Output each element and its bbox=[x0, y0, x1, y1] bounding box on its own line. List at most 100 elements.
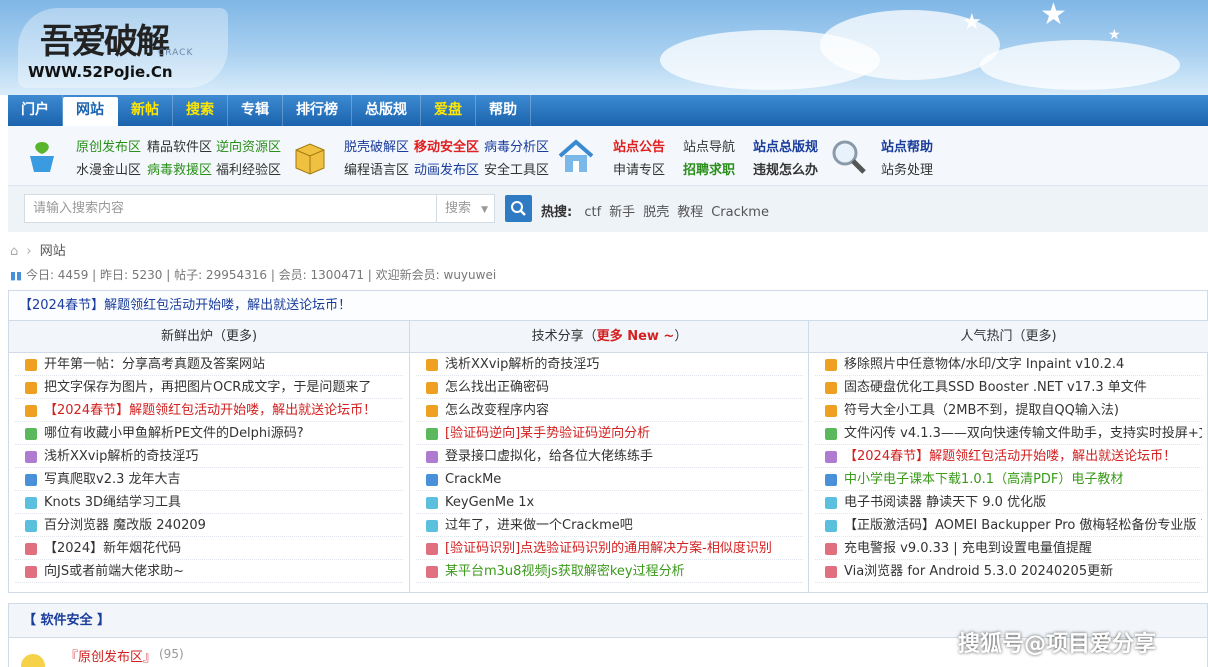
list-item[interactable]: 写真爬取v2.3 龙年大吉 bbox=[15, 468, 403, 491]
section-title[interactable]: 【 软件安全 】 bbox=[23, 613, 110, 628]
thread-title[interactable]: 登录接口虚拟化，给各位大佬练练手 bbox=[445, 449, 653, 464]
list-item[interactable]: 登录接口虚拟化，给各位大佬练练手 bbox=[416, 445, 803, 468]
list-item[interactable]: 哪位有收藏小甲鱼解析PE文件的Delphi源码? bbox=[15, 422, 403, 445]
thread-title[interactable]: Knots 3D绳结学习工具 bbox=[44, 495, 181, 510]
thread-title[interactable]: 【2024春节】解题领红包活动开始喽，解出就送论坛币！ bbox=[844, 449, 1176, 464]
hot-search-link[interactable]: ctf bbox=[584, 205, 601, 220]
thread-title[interactable]: 写真爬取v2.3 龙年大吉 bbox=[44, 472, 181, 487]
thread-title[interactable]: 文件闪传 v4.1.3——双向快速传输文件助手，支持实时投屏+文 bbox=[844, 426, 1202, 441]
list-item[interactable]: 【2024】新年烟花代码 bbox=[15, 537, 403, 560]
thread-title[interactable]: 向JS或者前端大佬求助~ bbox=[44, 564, 184, 579]
list-item[interactable]: 【2024春节】解题领红包活动开始喽，解出就送论坛币！ bbox=[15, 399, 403, 422]
list-item[interactable]: 过年了，进来做一个Crackme吧 bbox=[416, 514, 803, 537]
subnav-link[interactable]: 病毒救援区 bbox=[147, 159, 212, 178]
list-item[interactable]: 向JS或者前端大佬求助~ bbox=[15, 560, 403, 583]
list-item[interactable]: Knots 3D绳结学习工具 bbox=[15, 491, 403, 514]
hot-search-link[interactable]: 新手 bbox=[609, 205, 635, 220]
thread-title[interactable]: [验证码识别]点选验证码识别的通用解决方案-相似度识别 bbox=[445, 541, 772, 556]
thread-title[interactable]: 哪位有收藏小甲鱼解析PE文件的Delphi源码? bbox=[44, 426, 304, 441]
nav-item[interactable]: 爱盘 bbox=[421, 95, 476, 126]
list-item[interactable]: 百分浏览器 魔改版 240209 bbox=[15, 514, 403, 537]
thread-title[interactable]: [验证码逆向]某手势验证码逆向分析 bbox=[445, 426, 650, 441]
home-icon[interactable]: ⌂ bbox=[10, 244, 18, 259]
site-logo[interactable]: 吾爱破解 CRACK WWW.52PoJie.Cn bbox=[18, 8, 228, 88]
subnav-link[interactable]: 精品软件区 bbox=[147, 136, 212, 155]
nav-item[interactable]: 排行榜 bbox=[283, 95, 352, 126]
thread-title[interactable]: 中小学电子课本下载1.0.1（高清PDF）电子教材 bbox=[844, 472, 1123, 487]
list-item[interactable]: [验证码识别]点选验证码识别的通用解决方案-相似度识别 bbox=[416, 537, 803, 560]
subnav-link[interactable]: 原创发布区 bbox=[76, 136, 141, 155]
subnav-link[interactable]: 站点总版规 bbox=[753, 136, 818, 155]
subnav-link[interactable]: 安全工具区 bbox=[484, 159, 549, 178]
list-item[interactable]: Via浏览器 for Android 5.3.0 20240205更新 bbox=[815, 560, 1202, 583]
forum-link[interactable]: 『原创发布区』 bbox=[65, 646, 156, 665]
thread-title[interactable]: 怎么找出正确密码 bbox=[445, 380, 549, 395]
hot-search-link[interactable]: 教程 bbox=[677, 205, 703, 220]
list-item[interactable]: 怎么找出正确密码 bbox=[416, 376, 803, 399]
list-item[interactable]: 某平台m3u8视频js获取解密key过程分析 bbox=[416, 560, 803, 583]
thread-title[interactable]: 【2024】新年烟花代码 bbox=[44, 541, 181, 556]
list-item[interactable]: 文件闪传 v4.1.3——双向快速传输文件助手，支持实时投屏+文 bbox=[815, 422, 1202, 445]
nav-item[interactable]: 新帖 bbox=[118, 95, 173, 126]
hot-search-link[interactable]: Crackme bbox=[711, 205, 769, 220]
nav-item[interactable]: 网站 bbox=[63, 97, 118, 128]
list-item[interactable]: 充电警报 v9.0.33 | 充电到设置电量值提醒 bbox=[815, 537, 1202, 560]
subnav-link[interactable]: 违规怎么办 bbox=[753, 159, 818, 178]
list-item[interactable]: 浅析XXvip解析的奇技淫巧 bbox=[15, 445, 403, 468]
list-item[interactable]: 把文字保存为图片，再把图片OCR成文字，于是问题来了 bbox=[15, 376, 403, 399]
nav-item[interactable]: 总版规 bbox=[352, 95, 421, 126]
list-item[interactable]: 怎么改变程序内容 bbox=[416, 399, 803, 422]
subnav-link[interactable]: 移动安全区 bbox=[414, 136, 479, 155]
subnav-link[interactable]: 病毒分析区 bbox=[484, 136, 549, 155]
list-item[interactable]: CrackMe bbox=[416, 468, 803, 491]
thread-title[interactable]: 把文字保存为图片，再把图片OCR成文字，于是问题来了 bbox=[44, 380, 371, 395]
list-item[interactable]: KeyGenMe 1x bbox=[416, 491, 803, 514]
subnav-link[interactable]: 招聘求职 bbox=[683, 159, 735, 178]
list-item[interactable]: 固态硬盘优化工具SSD Booster .NET v17.3 单文件 bbox=[815, 376, 1202, 399]
thread-title[interactable]: CrackMe bbox=[445, 472, 501, 487]
column-header[interactable]: 人气热门（更多) bbox=[809, 321, 1208, 353]
subnav-link[interactable]: 站点公告 bbox=[613, 136, 665, 155]
list-item[interactable]: 电子书阅读器 静读天下 9.0 优化版 bbox=[815, 491, 1202, 514]
list-item[interactable]: 【正版激活码】AOMEI Backupper Pro 傲梅轻松备份专业版 7.3… bbox=[815, 514, 1202, 537]
thread-title[interactable]: 怎么改变程序内容 bbox=[445, 403, 549, 418]
subnav-link[interactable]: 脱壳破解区 bbox=[344, 136, 409, 155]
column-header[interactable]: 新鲜出炉（更多) bbox=[9, 321, 409, 353]
subnav-link[interactable]: 编程语言区 bbox=[344, 159, 409, 178]
thread-title[interactable]: 浅析XXvip解析的奇技淫巧 bbox=[445, 357, 599, 372]
thread-title[interactable]: 【2024春节】解题领红包活动开始喽，解出就送论坛币！ bbox=[44, 403, 376, 418]
list-item[interactable]: [验证码逆向]某手势验证码逆向分析 bbox=[416, 422, 803, 445]
thread-title[interactable]: 【正版激活码】AOMEI Backupper Pro 傲梅轻松备份专业版 7.3… bbox=[844, 518, 1202, 533]
nav-item[interactable]: 专辑 bbox=[228, 95, 283, 126]
nav-item[interactable]: 门户 bbox=[8, 95, 63, 126]
column-header[interactable]: 技术分享（更多 New ~） bbox=[410, 321, 809, 353]
hot-search-link[interactable]: 脱壳 bbox=[643, 205, 669, 220]
thread-title[interactable]: KeyGenMe 1x bbox=[445, 495, 534, 510]
subnav-link[interactable]: 福利经验区 bbox=[216, 159, 281, 178]
search-button[interactable] bbox=[505, 195, 532, 222]
subnav-link[interactable]: 动画发布区 bbox=[414, 159, 479, 178]
thread-title[interactable]: 电子书阅读器 静读天下 9.0 优化版 bbox=[844, 495, 1046, 510]
thread-title[interactable]: 开年第一帖：分享高考真题及答案网站 bbox=[44, 357, 265, 372]
search-type-select[interactable]: 搜索 ▼ bbox=[437, 194, 495, 223]
list-item[interactable]: 【2024春节】解题领红包活动开始喽，解出就送论坛币！ bbox=[815, 445, 1202, 468]
thread-title[interactable]: 浅析XXvip解析的奇技淫巧 bbox=[44, 449, 198, 464]
thread-title[interactable]: 移除照片中任意物体/水印/文字 Inpaint v10.2.4 bbox=[844, 357, 1124, 372]
subnav-link[interactable]: 水漫金山区 bbox=[76, 159, 141, 178]
announcement[interactable]: 【2024春节】解题领红包活动开始喽，解出就送论坛币！ bbox=[8, 290, 1208, 320]
list-item[interactable]: 中小学电子课本下载1.0.1（高清PDF）电子教材 bbox=[815, 468, 1202, 491]
list-item[interactable]: 开年第一帖：分享高考真题及答案网站 bbox=[15, 353, 403, 376]
subnav-link[interactable]: 申请专区 bbox=[613, 159, 665, 178]
list-item[interactable]: 浅析XXvip解析的奇技淫巧 bbox=[416, 353, 803, 376]
breadcrumb-current[interactable]: 网站 bbox=[40, 244, 66, 259]
thread-title[interactable]: 充电警报 v9.0.33 | 充电到设置电量值提醒 bbox=[844, 541, 1092, 556]
subnav-link[interactable]: 站点导航 bbox=[683, 136, 735, 155]
subnav-link[interactable]: 站点帮助 bbox=[881, 136, 933, 155]
nav-item[interactable]: 帮助 bbox=[476, 95, 531, 126]
nav-item[interactable]: 搜索 bbox=[173, 95, 228, 126]
thread-title[interactable]: 过年了，进来做一个Crackme吧 bbox=[445, 518, 633, 533]
thread-title[interactable]: Via浏览器 for Android 5.3.0 20240205更新 bbox=[844, 564, 1113, 579]
subnav-link[interactable]: 逆向资源区 bbox=[216, 136, 281, 155]
search-input[interactable]: 请输入搜索内容 bbox=[24, 194, 437, 223]
thread-title[interactable]: 符号大全小工具（2MB不到，提取自QQ输入法) bbox=[844, 403, 1119, 418]
